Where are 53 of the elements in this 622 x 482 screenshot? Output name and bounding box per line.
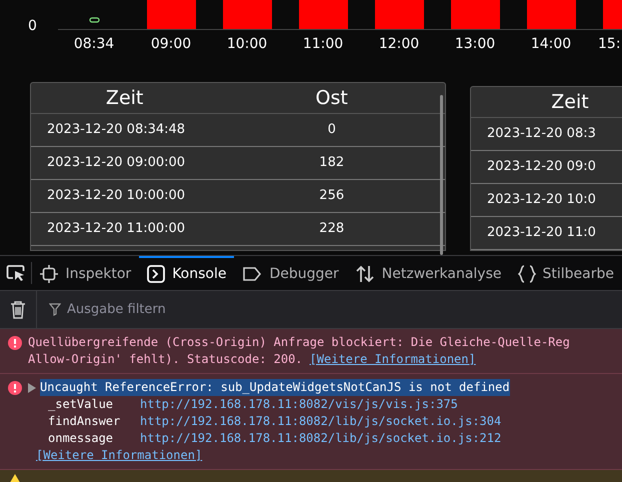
expand-arrow-icon[interactable] (28, 382, 36, 392)
table-cell-text: 0 (326, 121, 337, 140)
table-cell-text: 2023-12-20 08:3 (486, 125, 596, 144)
clear-button[interactable] (0, 291, 36, 328)
stack-function: onmessage (48, 430, 114, 447)
stack-link[interactable]: http://192.168.178.11:8082/vis/js/vis.js:375 (140, 396, 458, 413)
more-info-link[interactable]: [Weitere Informationen] (310, 352, 476, 366)
axis-label: 0 (28, 19, 37, 33)
braces-icon (518, 265, 536, 283)
table-cell-text: 228 (318, 220, 346, 238)
element-picker-icon[interactable] (6, 264, 26, 282)
column-header: Ost (314, 86, 349, 111)
console-icon (147, 265, 166, 283)
arrows-icon (354, 265, 375, 283)
filter-icon (49, 303, 61, 316)
axis-label: 15: (598, 37, 621, 51)
axis-label: 10:00 (226, 37, 268, 51)
table-cell-text: 2023-12-20 10:0 (486, 191, 596, 210)
table-cell-text: 2023-12-20 09:0 (486, 158, 596, 176)
axis-label: 11:00 (302, 37, 344, 51)
stack-function: _setValue (48, 396, 114, 413)
table-cell-text: 2023-12-20 09:00:00 (46, 154, 186, 172)
axis-label: 13:00 (454, 37, 496, 51)
stack-function: findAnswer (48, 413, 122, 430)
tag-icon (242, 266, 262, 282)
axis-label: 14:00 (530, 37, 572, 51)
error-icon (8, 381, 22, 395)
column-header: Zeit (104, 86, 144, 111)
devtools-tab[interactable]: Netzwerkanalyse (346, 256, 510, 290)
inspector-icon (40, 265, 58, 283)
data-point-marker (89, 17, 100, 23)
table-cell-text: 2023-12-20 11:0 (486, 224, 596, 242)
devtools-tab[interactable]: Inspektor (32, 256, 140, 290)
devtools-tab[interactable]: Stilbearbe (510, 256, 622, 290)
message-text: Quellübergreifende (Cross-Origin) Anfrage blockiert: Die Gleiche-Quelle-Reg (28, 335, 570, 349)
more-info-link[interactable]: [Weitere Informationen] (36, 448, 202, 462)
table-cell-text: 2023-12-20 11:00:00 (46, 220, 186, 238)
axis-label: 08:34 (74, 37, 114, 51)
error-text: Uncaught ReferenceError: sub_UpdateWidgetsNotCanJS is not defined (40, 379, 510, 396)
axis-label: 09:00 (150, 37, 192, 51)
stack-link[interactable]: http://192.168.178.11:8082/lib/js/socket.io.js:304 (140, 413, 502, 430)
scrollbar[interactable] (440, 95, 443, 255)
stack-link[interactable]: http://192.168.178.11:8082/lib/js/socket.io.js:212 (140, 430, 502, 447)
table-cell-text: 2023-12-20 10:00:00 (46, 187, 186, 206)
devtools-tab[interactable]: Debugger (234, 256, 347, 290)
table-cell-text: 182 (318, 154, 346, 172)
error-icon (8, 336, 22, 350)
message-text: Allow-Origin' fehlt). Statuscode: 200. (28, 352, 303, 366)
axis-label: 12:00 (378, 37, 420, 51)
table-cell-text: 2023-12-20 08:34:48 (46, 121, 186, 140)
table-cell-text: 256 (318, 187, 346, 206)
column-header: Zeit (550, 90, 590, 115)
trash-icon (10, 300, 26, 318)
